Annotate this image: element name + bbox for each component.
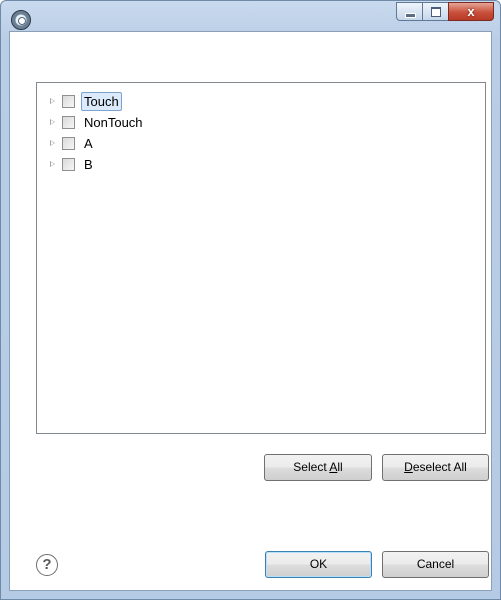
tree-item[interactable]: NonTouch xyxy=(37,112,146,132)
maximize-icon xyxy=(431,7,441,17)
cancel-button[interactable]: Cancel xyxy=(382,551,489,578)
deselect-all-label: Deselect All xyxy=(404,460,467,474)
app-icon xyxy=(11,10,31,30)
window-controls: x xyxy=(396,2,494,22)
close-icon: x xyxy=(467,4,475,19)
dialog-window: x Touch NonTouch A B Select All Deselect… xyxy=(0,0,501,600)
tree-item-checkbox[interactable] xyxy=(62,115,75,129)
maximize-button[interactable] xyxy=(422,2,448,21)
tree-item-label[interactable]: Touch xyxy=(81,91,122,111)
tree-item[interactable]: B xyxy=(37,154,96,174)
tree-item-label[interactable]: A xyxy=(81,134,96,153)
close-button[interactable]: x xyxy=(448,2,494,21)
minimize-icon xyxy=(405,13,416,18)
select-all-button[interactable]: Select All xyxy=(264,454,372,481)
expand-arrow-icon[interactable] xyxy=(47,112,58,132)
expand-arrow-icon[interactable] xyxy=(47,91,58,111)
tree-item-checkbox[interactable] xyxy=(62,157,75,171)
ok-button[interactable]: OK xyxy=(265,551,372,578)
expand-arrow-icon[interactable] xyxy=(47,133,58,153)
tree-item-checkbox[interactable] xyxy=(62,136,75,150)
deselect-all-button[interactable]: Deselect All xyxy=(382,454,489,481)
help-icon[interactable]: ? xyxy=(36,554,58,576)
tree-item-label[interactable]: NonTouch xyxy=(81,113,146,132)
dialog-content: Touch NonTouch A B Select All Deselect A xyxy=(9,31,492,591)
tree-item[interactable]: Touch xyxy=(37,91,122,111)
tree-item[interactable]: A xyxy=(37,133,96,153)
tree-item-label[interactable]: B xyxy=(81,155,96,174)
select-all-label: Select All xyxy=(293,460,343,474)
tree-item-checkbox[interactable] xyxy=(62,94,75,108)
expand-arrow-icon[interactable] xyxy=(47,154,58,174)
checkbox-tree[interactable]: Touch NonTouch A B xyxy=(36,82,486,434)
minimize-button[interactable] xyxy=(396,2,422,21)
